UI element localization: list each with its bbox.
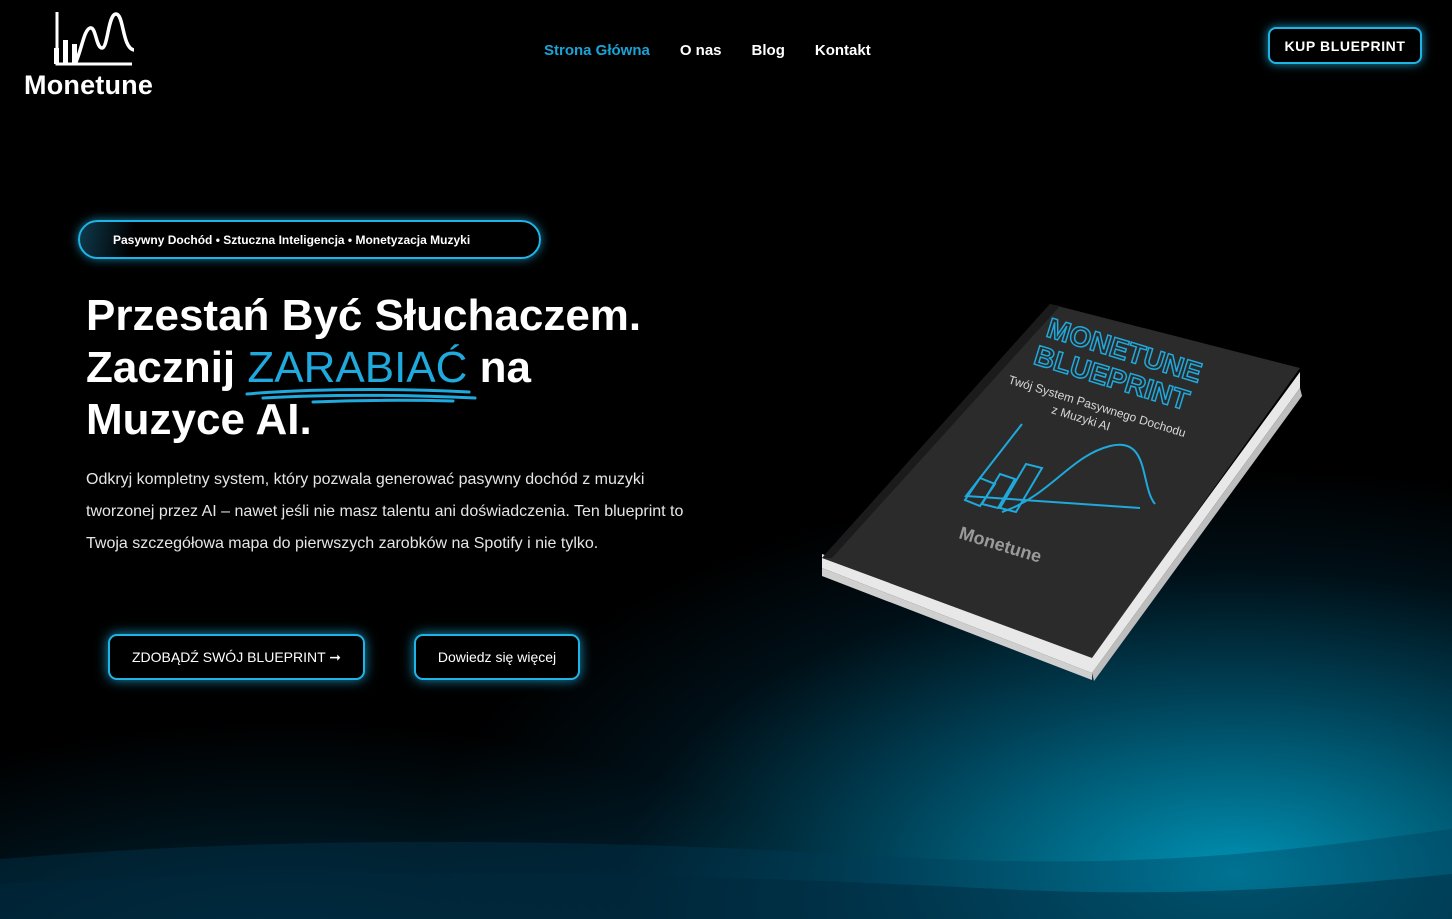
tagline-badge: Pasywny Dochód • Sztuczna Inteligencja •… [78, 220, 541, 259]
brand-name: Monetune [24, 70, 154, 100]
bottom-wave-decoration [0, 829, 1452, 919]
hero-description: Odkryj kompletny system, który pozwala g… [86, 471, 684, 552]
headline-line-2: Zacznij ZARABIAĆ na [86, 342, 726, 404]
book-cover-image: MONETUNE BLUEPRINT Twój System Pasywnego… [822, 304, 1302, 681]
buy-blueprint-button[interactable]: KUP BLUEPRINT [1268, 27, 1422, 64]
page: Monetune Strona Główna O nas Blog Kontak… [0, 0, 1452, 919]
get-blueprint-button[interactable]: ZDOBĄDŹ SWÓJ BLUEPRINT ➞ [108, 634, 365, 680]
nav-item-home[interactable]: Strona Główna [544, 42, 650, 59]
learn-more-button[interactable]: Dowiedz się więcej [414, 634, 580, 680]
hero-headline: Przestań Być Słuchaczem. Zacznij ZARABIA… [86, 290, 726, 446]
headline-line-1: Przestań Być Słuchaczem. [86, 291, 642, 340]
headline-highlight: ZARABIAĆ [245, 342, 477, 404]
brand-logo[interactable]: Monetune [24, 8, 164, 100]
headline-highlight-text: ZARABIAĆ [247, 343, 468, 392]
logo-wave-icon [54, 12, 134, 66]
headline-line-2-end: na [467, 343, 531, 392]
nav-item-blog[interactable]: Blog [752, 42, 785, 59]
nav-item-about[interactable]: O nas [680, 42, 722, 59]
tagline-text: Pasywny Dochód • Sztuczna Inteligencja •… [113, 232, 471, 247]
headline-line-2-start: Zacznij [86, 343, 248, 392]
nav-item-contact[interactable]: Kontakt [815, 42, 871, 59]
underline-scribble-icon [245, 388, 477, 404]
main-nav: Strona Główna O nas Blog Kontakt [544, 42, 871, 59]
